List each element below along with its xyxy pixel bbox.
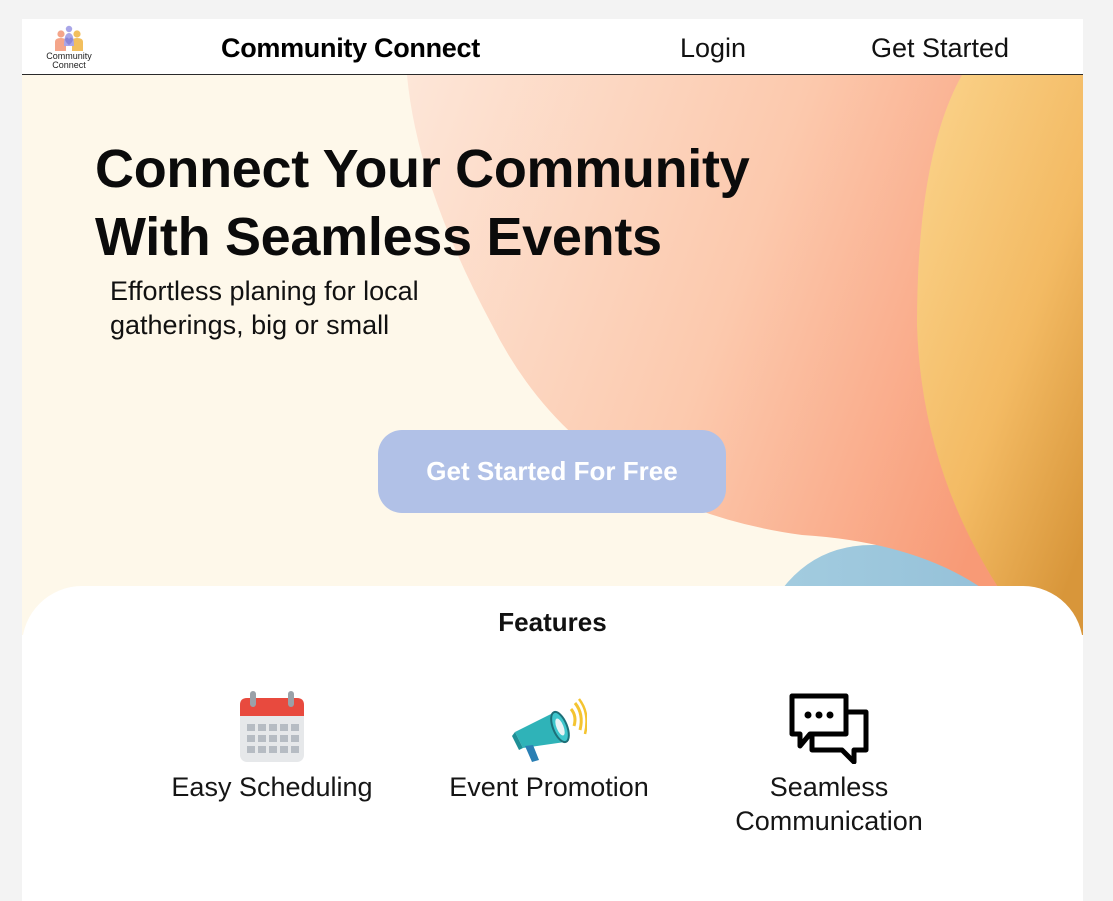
get-started-link[interactable]: Get Started bbox=[871, 33, 1009, 64]
chat-bubbles-icon bbox=[789, 693, 869, 764]
features-title: Features bbox=[498, 607, 607, 637]
hero-section: Connect Your Community With Seamless Eve… bbox=[22, 75, 1083, 635]
feature-seamless-communication: Seamless Communication bbox=[699, 686, 959, 838]
hero-subtitle-line-2: gatherings, big or small bbox=[110, 310, 390, 340]
hero-title-line-2: With Seamless Events bbox=[95, 207, 662, 267]
hero-subtitle-line-1: Effortless planing for local bbox=[110, 276, 419, 306]
navbar: Community Connect Community Connect Logi… bbox=[22, 19, 1083, 75]
page-frame: Community Connect Community Connect Logi… bbox=[22, 19, 1083, 901]
calendar-icon bbox=[240, 691, 304, 762]
feature-label-line-1: Seamless bbox=[769, 772, 889, 802]
people-logo-icon bbox=[55, 25, 83, 51]
brand-name: Community Connect bbox=[221, 33, 480, 63]
feature-label: Seamless Communication bbox=[699, 770, 959, 838]
feature-event-promotion: Event Promotion bbox=[419, 686, 679, 804]
hero-subtitle: Effortless planing for local gatherings,… bbox=[110, 274, 490, 342]
feature-label: Easy Scheduling bbox=[171, 772, 373, 802]
feature-label: Event Promotion bbox=[449, 772, 649, 802]
logo-text: Community Connect bbox=[46, 51, 92, 70]
logo[interactable]: Community Connect bbox=[40, 24, 98, 72]
hero-title-line-1: Connect Your Community bbox=[95, 139, 750, 199]
get-started-free-button[interactable]: Get Started For Free bbox=[378, 430, 726, 513]
feature-label-line-2: Communication bbox=[735, 806, 923, 836]
features-section: Features Easy Scheduling Event Promotion… bbox=[22, 586, 1083, 901]
hero-title: Connect Your Community With Seamless Eve… bbox=[95, 135, 855, 271]
login-link[interactable]: Login bbox=[680, 33, 746, 64]
megaphone-icon bbox=[512, 698, 587, 762]
feature-easy-scheduling: Easy Scheduling bbox=[142, 686, 402, 804]
